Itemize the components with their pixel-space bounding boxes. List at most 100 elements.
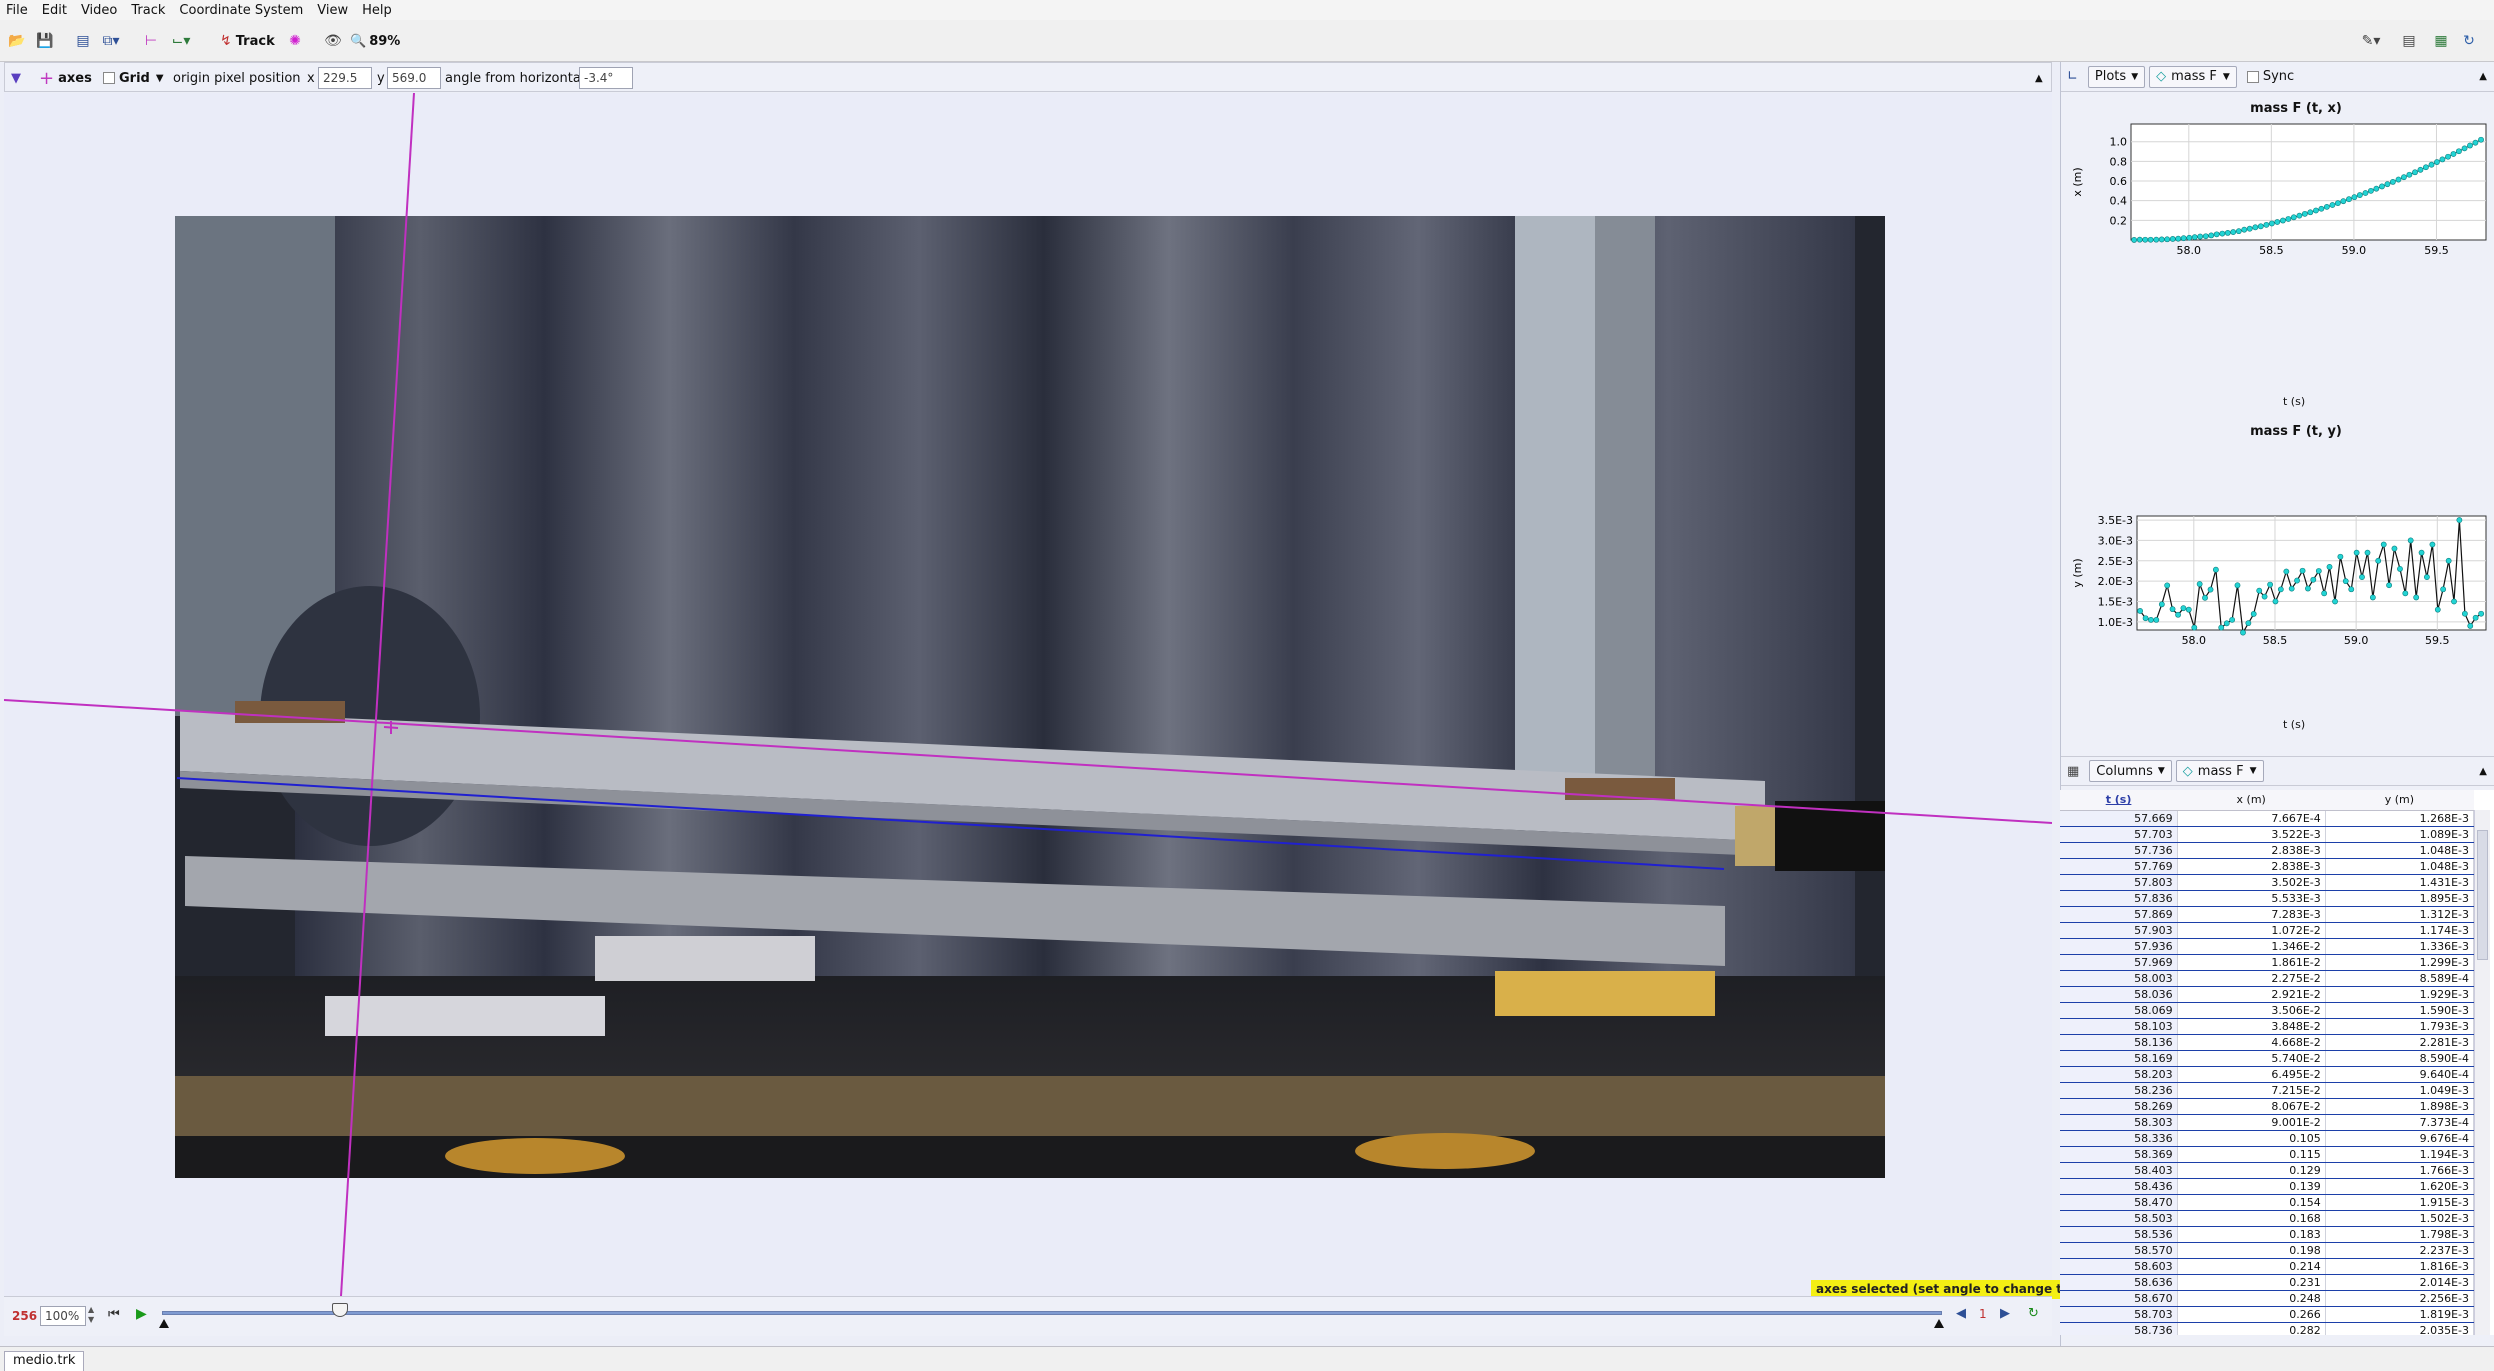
data-point[interactable] xyxy=(2142,615,2149,622)
data-point[interactable] xyxy=(2218,624,2225,631)
data-point[interactable] xyxy=(2185,606,2192,613)
cell-t[interactable]: 57.836 xyxy=(2060,890,2178,907)
cell-t[interactable]: 58.103 xyxy=(2060,1018,2178,1035)
data-point[interactable] xyxy=(2277,586,2284,593)
table-row[interactable]: 58.303 9.001E-2 7.373E-4 xyxy=(2060,1114,2475,1131)
cell-t[interactable]: 58.036 xyxy=(2060,986,2178,1003)
data-point[interactable] xyxy=(2386,582,2392,589)
data-point[interactable] xyxy=(2412,169,2418,176)
data-point[interactable] xyxy=(2224,230,2231,236)
data-point[interactable] xyxy=(2406,171,2413,178)
data-point[interactable] xyxy=(2429,541,2436,548)
data-point[interactable] xyxy=(2321,590,2328,597)
data-point[interactable] xyxy=(2346,196,2352,203)
cell-x[interactable]: 0.198 xyxy=(2177,1242,2326,1259)
data-point[interactable] xyxy=(2402,590,2409,597)
grid-toggle[interactable]: Grid ▼ xyxy=(103,67,164,89)
refresh-icon[interactable]: ↻ xyxy=(2458,28,2480,54)
data-point[interactable] xyxy=(2272,598,2279,605)
data-point[interactable] xyxy=(2288,585,2295,592)
cell-x[interactable]: 7.283E-3 xyxy=(2177,906,2326,923)
table-row[interactable]: 58.470 0.154 1.915E-3 xyxy=(2060,1194,2475,1211)
cell-x[interactable]: 1.072E-2 xyxy=(2177,922,2326,939)
cell-y[interactable]: 2.014E-3 xyxy=(2325,1274,2475,1291)
data-point[interactable] xyxy=(2196,581,2203,587)
table-row[interactable]: 57.769 2.838E-3 1.048E-3 xyxy=(2060,858,2475,875)
data-point[interactable] xyxy=(2373,185,2380,192)
data-point[interactable] xyxy=(2191,624,2198,631)
data-point[interactable] xyxy=(2131,237,2138,243)
cell-x[interactable]: 3.502E-3 xyxy=(2177,874,2326,891)
cell-y[interactable]: 1.174E-3 xyxy=(2325,922,2475,939)
data-point[interactable] xyxy=(2445,153,2451,160)
data-point[interactable] xyxy=(2359,574,2365,580)
cell-x[interactable]: 2.275E-2 xyxy=(2177,970,2326,987)
cell-t[interactable]: 58.003 xyxy=(2060,970,2178,987)
rate-field[interactable] xyxy=(40,1306,86,1326)
data-point[interactable] xyxy=(2395,176,2402,183)
data-point[interactable] xyxy=(2207,586,2214,593)
data-point[interactable] xyxy=(2445,557,2452,564)
data-point[interactable] xyxy=(2283,568,2290,575)
table-row[interactable]: 57.836 5.533E-3 1.895E-3 xyxy=(2060,890,2475,907)
table-row[interactable]: 58.536 0.183 1.798E-3 xyxy=(2060,1226,2475,1243)
calibration-tools-icon[interactable]: ⧉▾ xyxy=(100,28,122,54)
col-header-y[interactable]: y (m) xyxy=(2325,790,2474,811)
data-point[interactable] xyxy=(2417,166,2424,173)
video-panel[interactable] xyxy=(4,93,2052,1296)
data-point[interactable] xyxy=(2234,582,2241,589)
table-row[interactable]: 57.803 3.502E-3 1.431E-3 xyxy=(2060,874,2475,891)
cell-x[interactable]: 0.139 xyxy=(2177,1178,2326,1195)
data-point[interactable] xyxy=(2186,234,2193,241)
table-row[interactable]: 58.169 5.740E-2 8.590E-4 xyxy=(2060,1050,2475,1067)
cell-y[interactable]: 1.915E-3 xyxy=(2325,1194,2475,1211)
data-point[interactable] xyxy=(2472,614,2479,621)
table-row[interactable]: 57.969 1.861E-2 1.299E-3 xyxy=(2060,954,2475,971)
data-point[interactable] xyxy=(2418,549,2425,556)
data-point[interactable] xyxy=(2296,212,2303,219)
data-point[interactable] xyxy=(2310,576,2317,583)
origin-y-field[interactable] xyxy=(387,67,441,89)
cell-y[interactable]: 1.089E-3 xyxy=(2325,826,2475,843)
data-point[interactable] xyxy=(2440,586,2447,593)
cell-t[interactable]: 58.203 xyxy=(2060,1066,2178,1083)
data-point[interactable] xyxy=(2391,545,2398,552)
cell-t[interactable]: 58.069 xyxy=(2060,1002,2178,1019)
preferences-icon[interactable]: ▦ xyxy=(2430,28,2452,54)
cell-x[interactable]: 7.215E-2 xyxy=(2177,1082,2326,1099)
cell-x[interactable]: 4.668E-2 xyxy=(2177,1034,2326,1051)
rate-spinner-icon[interactable]: ▲ ▼ xyxy=(88,1305,94,1325)
step-back-icon[interactable]: ◀ xyxy=(1956,1306,1966,1321)
cell-t[interactable]: 58.136 xyxy=(2060,1034,2178,1051)
cell-x[interactable]: 7.667E-4 xyxy=(2177,810,2326,827)
data-point[interactable] xyxy=(2261,593,2268,600)
data-point[interactable] xyxy=(2294,577,2300,584)
cell-x[interactable]: 2.838E-3 xyxy=(2177,858,2326,875)
cell-x[interactable]: 5.533E-3 xyxy=(2177,890,2326,907)
visibility-eye-icon[interactable]: 👁 xyxy=(322,28,344,54)
cell-x[interactable]: 5.740E-2 xyxy=(2177,1050,2326,1067)
origin-x-field[interactable] xyxy=(318,67,372,89)
cell-t[interactable]: 57.903 xyxy=(2060,922,2178,939)
table-row[interactable]: 57.903 1.072E-2 1.174E-3 xyxy=(2060,922,2475,939)
data-point[interactable] xyxy=(2467,623,2474,629)
cell-x[interactable]: 0.154 xyxy=(2177,1194,2326,1211)
reset-button-icon[interactable]: ⏮ xyxy=(108,1307,120,1322)
data-point[interactable] xyxy=(2351,194,2358,201)
data-point[interactable] xyxy=(2323,203,2330,210)
table-row[interactable]: 58.003 2.275E-2 8.589E-4 xyxy=(2060,970,2475,987)
table-row[interactable]: 57.736 2.838E-3 1.048E-3 xyxy=(2060,842,2475,859)
data-point[interactable] xyxy=(2439,156,2446,163)
cell-x[interactable]: 0.231 xyxy=(2177,1274,2326,1291)
data-point[interactable] xyxy=(2301,210,2308,217)
data-point[interactable] xyxy=(2267,581,2274,588)
cell-t[interactable]: 58.503 xyxy=(2060,1210,2178,1227)
table-row[interactable]: 58.570 0.198 2.237E-3 xyxy=(2060,1242,2475,1259)
data-point[interactable] xyxy=(2212,566,2219,573)
track-path-line[interactable] xyxy=(176,777,1725,870)
cell-t[interactable]: 58.369 xyxy=(2060,1146,2178,1163)
cell-t[interactable]: 58.236 xyxy=(2060,1082,2178,1099)
track-menu-icon[interactable]: ▼ xyxy=(11,67,21,89)
data-point[interactable] xyxy=(2274,219,2281,225)
data-point[interactable] xyxy=(2142,236,2149,243)
